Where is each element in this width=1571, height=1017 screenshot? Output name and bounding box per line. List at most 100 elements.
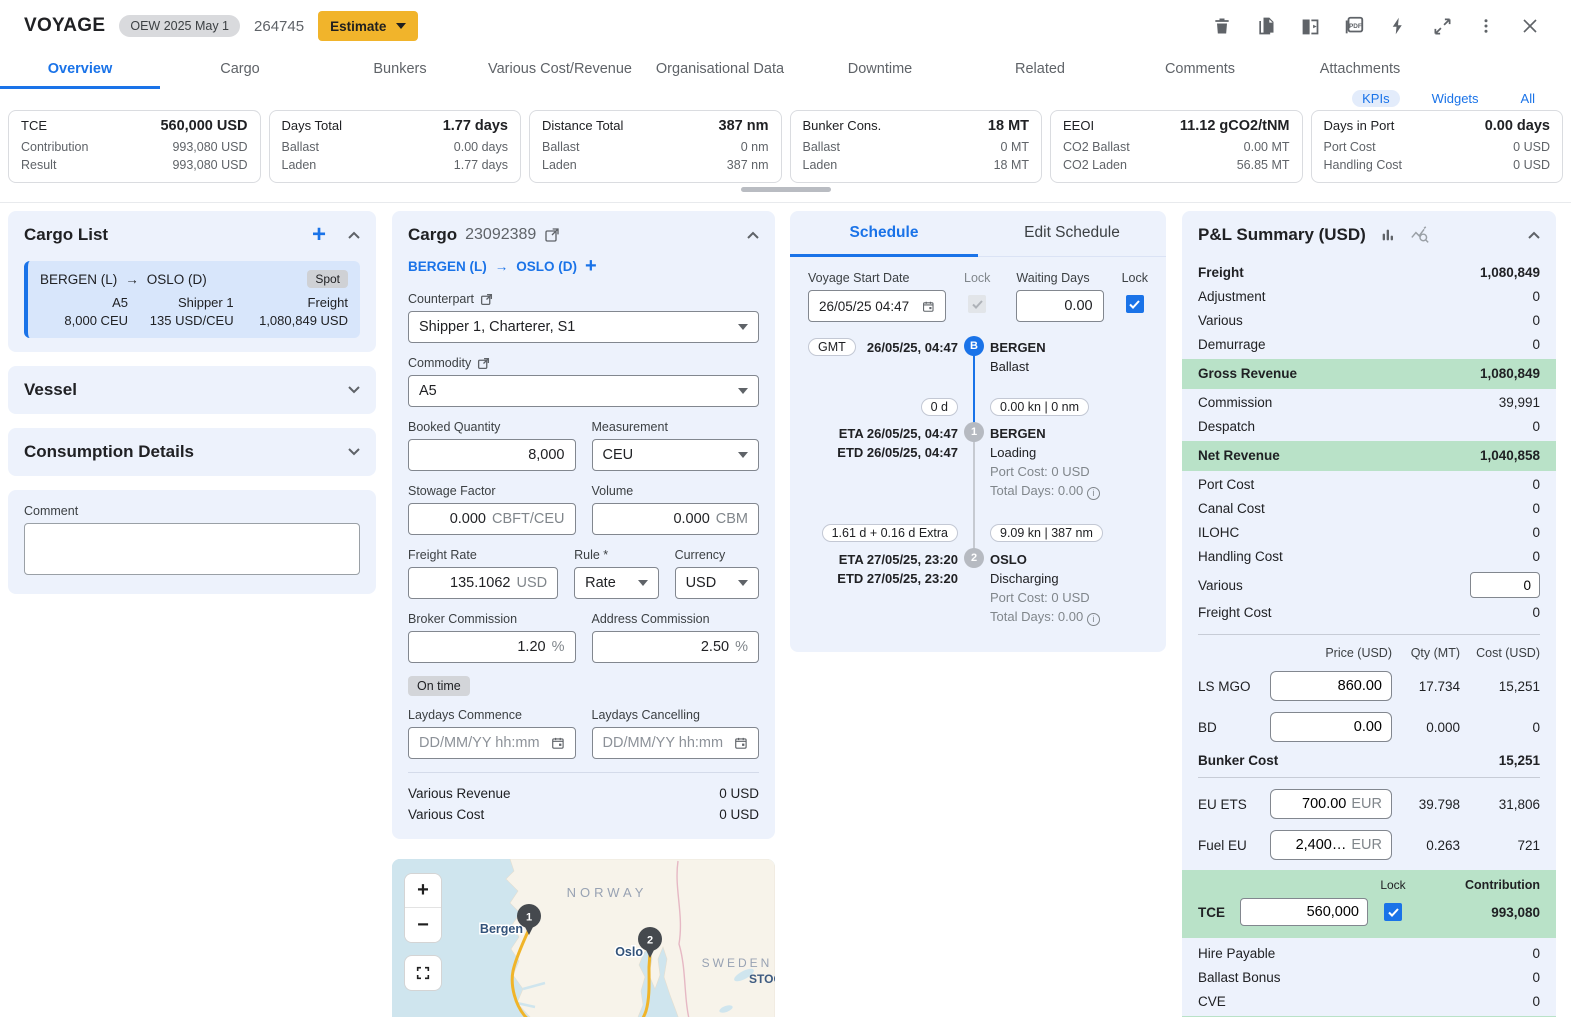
voyage-start-lock-checkbox[interactable] — [968, 295, 986, 313]
estimate-dropdown-button[interactable]: Estimate — [318, 11, 418, 41]
bar-chart-icon[interactable] — [1380, 227, 1396, 243]
info-icon[interactable]: i — [1087, 487, 1100, 500]
add-cargo-icon[interactable]: + — [312, 226, 326, 244]
net-revenue-row: Net Revenue1,040,858 — [1182, 441, 1556, 471]
collapse-icon[interactable] — [348, 231, 360, 239]
collapse-icon[interactable] — [747, 231, 759, 239]
stop-activity: Discharging — [990, 569, 1160, 588]
consumption-details-panel: Consumption Details — [8, 428, 376, 476]
laydays-commence-input[interactable] — [419, 735, 545, 751]
cargo-to: OSLO (D) — [147, 272, 207, 287]
tab-various-cost-revenue[interactable]: Various Cost/Revenue — [480, 52, 640, 89]
vessel-title: Vessel — [24, 380, 77, 400]
cargo-list-item[interactable]: BERGEN (L) → OSLO (D) Spot A5 Shipper 1 … — [24, 261, 360, 338]
stop-eta: ETA 26/05/25, 04:47 — [790, 424, 958, 443]
pnl-various-input[interactable] — [1470, 572, 1540, 598]
various-revenue-value: 0 USD — [719, 783, 759, 804]
origin-port: BERGEN — [990, 338, 1160, 357]
route-link-oslo[interactable]: OSLO (D) — [516, 259, 577, 274]
chevron-down-icon — [738, 452, 748, 458]
stop-port-cost: Port Cost: 0 USD — [990, 462, 1160, 481]
expand-section-icon[interactable] — [348, 386, 360, 394]
measurement-select[interactable]: CEU — [592, 439, 760, 471]
tce-input[interactable] — [1240, 898, 1368, 926]
map-fullscreen-button[interactable] — [405, 956, 441, 990]
cargo-counterpart: Shipper 1 — [128, 295, 234, 310]
tab-downtime[interactable]: Downtime — [800, 52, 960, 89]
voyage-start-date-field[interactable] — [808, 290, 946, 322]
tab-schedule[interactable]: Schedule — [790, 211, 978, 257]
compare-icon[interactable] — [1293, 9, 1327, 43]
route-map[interactable]: NORWAY SWEDEN STOC Bergen Oslo North 1 2 — [392, 859, 775, 1017]
freight-rate-input[interactable] — [419, 575, 511, 591]
route-arrow-icon: → — [495, 259, 509, 274]
leg-speed-badge: 0.00 kn | 0 nm — [990, 398, 1089, 416]
map-label-stockholm: STOC — [749, 972, 775, 986]
pnl-summary-panel: P&L Summary (USD) Freight1,080,849 Adjus… — [1182, 211, 1556, 1017]
add-port-icon[interactable]: + — [585, 255, 597, 278]
quick-actions-icon[interactable] — [1381, 9, 1415, 43]
eu-ets-price-input[interactable] — [1280, 796, 1346, 812]
info-icon[interactable]: i — [1087, 613, 1100, 626]
stop-total-days: Total Days: 0.00 — [990, 609, 1083, 624]
resize-handle[interactable] — [741, 187, 831, 192]
volume-input[interactable] — [603, 511, 710, 527]
copy-icon[interactable] — [1249, 9, 1283, 43]
tab-edit-schedule[interactable]: Edit Schedule — [978, 211, 1166, 257]
laydays-cancelling-field[interactable] — [592, 727, 760, 759]
cargo-detail-panel: Cargo 23092389 BERGEN (L) → OSLO (D) + C… — [392, 211, 775, 839]
collapse-icon[interactable] — [1528, 231, 1540, 239]
kpi-card-days-total: Days Total1.77 days Ballast0.00 days Lad… — [269, 110, 522, 183]
tce-lock-checkbox[interactable] — [1384, 903, 1402, 921]
analytics-search-icon[interactable] — [1410, 226, 1430, 244]
calendar-icon[interactable] — [734, 735, 748, 751]
map-zoom-out-button[interactable]: − — [405, 908, 441, 942]
expand-icon[interactable] — [1425, 9, 1459, 43]
comment-input[interactable] — [24, 523, 360, 575]
expand-section-icon[interactable] — [348, 448, 360, 456]
map-zoom-in-button[interactable]: + — [405, 874, 441, 908]
rule-select[interactable]: Rate — [574, 567, 658, 599]
address-commission-input[interactable] — [603, 639, 730, 655]
laydays-cancelling-input[interactable] — [603, 735, 729, 751]
schedule-panel: Schedule Edit Schedule Voyage Start Date… — [790, 211, 1166, 652]
waiting-days-lock-checkbox[interactable] — [1126, 295, 1144, 313]
waiting-days-input[interactable] — [1027, 298, 1092, 314]
various-cost-label: Various Cost — [408, 804, 484, 825]
kpi-filter-all[interactable]: All — [1511, 90, 1545, 107]
lsmgo-price-input[interactable] — [1280, 678, 1382, 694]
kpi-filter-widgets[interactable]: Widgets — [1422, 90, 1489, 107]
bd-price-input[interactable] — [1280, 719, 1382, 735]
voyage-number: 264745 — [254, 18, 304, 35]
broker-commission-input[interactable] — [419, 639, 546, 655]
delete-icon[interactable] — [1205, 9, 1239, 43]
route-link-bergen[interactable]: BERGEN (L) — [408, 259, 487, 274]
tab-comments[interactable]: Comments — [1120, 52, 1280, 89]
export-pdf-icon[interactable]: PDF — [1337, 9, 1371, 43]
kpi-filter-kpis[interactable]: KPIs — [1352, 90, 1399, 107]
counterpart-select[interactable]: Shipper 1, Charterer, S1 — [408, 311, 759, 343]
commodity-select[interactable]: A5 — [408, 375, 759, 407]
tab-bunkers[interactable]: Bunkers — [320, 52, 480, 89]
open-cargo-icon[interactable] — [544, 227, 560, 243]
fuel-eu-price-input[interactable] — [1280, 837, 1346, 853]
stowage-factor-input[interactable] — [419, 511, 486, 527]
kpi-filter-group: KPIs Widgets All — [0, 90, 1571, 110]
more-icon[interactable] — [1469, 9, 1503, 43]
tab-cargo[interactable]: Cargo — [160, 52, 320, 89]
open-counterpart-icon[interactable] — [480, 293, 493, 306]
calendar-icon[interactable] — [922, 299, 935, 314]
tab-attachments[interactable]: Attachments — [1280, 52, 1440, 89]
chevron-down-icon — [738, 580, 748, 586]
laydays-commence-field[interactable] — [408, 727, 576, 759]
version-badge: OEW 2025 May 1 — [119, 15, 240, 37]
tab-organisational-data[interactable]: Organisational Data — [640, 52, 800, 89]
currency-select[interactable]: USD — [675, 567, 759, 599]
open-commodity-icon[interactable] — [477, 357, 490, 370]
tab-related[interactable]: Related — [960, 52, 1120, 89]
booked-quantity-input[interactable] — [419, 447, 565, 463]
close-icon[interactable] — [1513, 9, 1547, 43]
voyage-start-date-input[interactable] — [819, 299, 916, 314]
calendar-icon[interactable] — [551, 735, 565, 751]
tab-overview[interactable]: Overview — [0, 52, 160, 89]
